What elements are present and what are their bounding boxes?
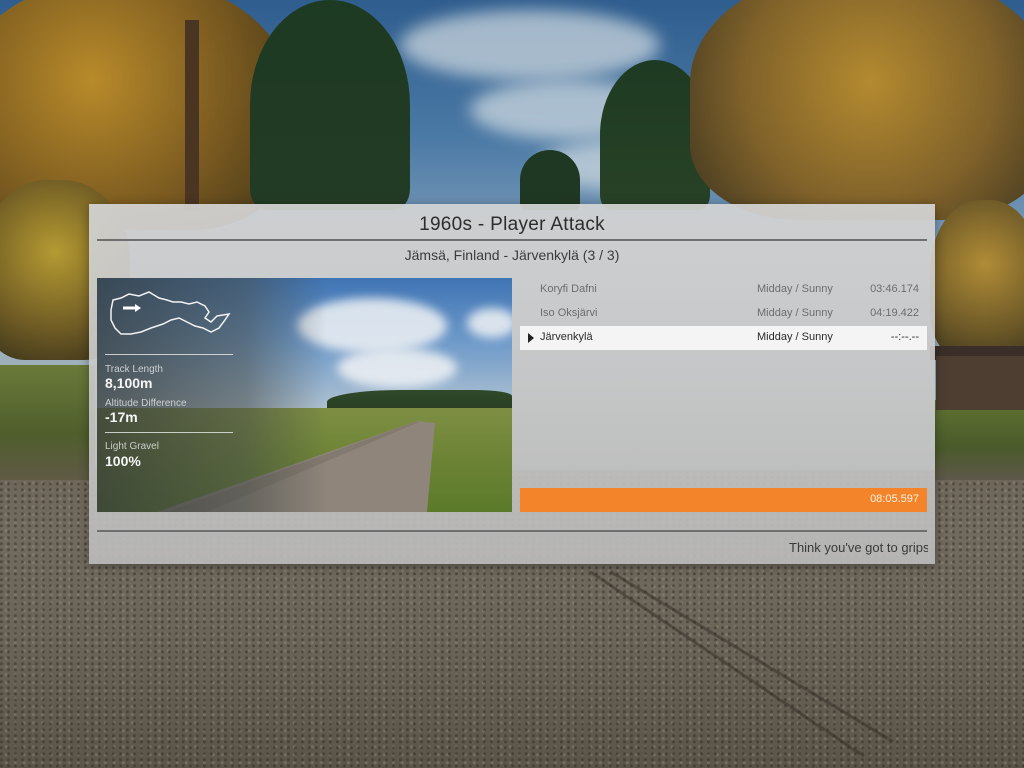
altitude-difference-value: -17m — [105, 409, 138, 425]
cloud — [400, 10, 660, 80]
altitude-difference-label: Altitude Difference — [105, 398, 187, 409]
stage-time: 04:19.422 — [870, 307, 919, 319]
event-subtitle: Jämsä, Finland - Järvenkylä (3 / 3) — [404, 247, 620, 263]
autumn-tree — [690, 0, 1024, 220]
roadside-grass — [0, 365, 95, 480]
stage-conditions: Midday / Sunny — [757, 331, 833, 343]
total-time: 08:05.597 — [870, 493, 919, 505]
surface-label: Light Gravel — [105, 441, 159, 452]
stage-row[interactable]: Koryfi Dafni Midday / Sunny 03:46.174 — [520, 278, 927, 302]
title-divider — [97, 239, 927, 241]
track-map-icon — [110, 291, 231, 335]
surface-value: 100% — [105, 453, 141, 469]
autumn-tree — [930, 200, 1024, 360]
event-panel: 1960s - Player Attack Jämsä, Finland - J… — [89, 204, 935, 564]
stage-time: 03:46.174 — [870, 283, 919, 295]
preview-divider — [105, 354, 233, 355]
preview-divider — [105, 432, 233, 433]
stage-conditions: Midday / Sunny — [757, 283, 833, 295]
footer-divider — [97, 530, 927, 532]
stage-name: Järvenkylä — [540, 331, 593, 343]
pine-tree — [250, 0, 410, 210]
tip-ticker: Think you've got to grips w — [97, 540, 928, 558]
cabin — [936, 356, 1024, 410]
stage-row-selected[interactable]: Järvenkylä Midday / Sunny --:--.-- — [520, 326, 927, 350]
stage-list: Koryfi Dafni Midday / Sunny 03:46.174 Is… — [520, 278, 927, 350]
roadside-grass — [935, 400, 1024, 480]
stage-conditions: Midday / Sunny — [757, 307, 833, 319]
selection-arrow-icon — [528, 333, 534, 343]
pine-tree — [520, 150, 580, 210]
stage-time: --:--.-- — [890, 331, 919, 343]
stage-row[interactable]: Iso Oksjärvi Midday / Sunny 04:19.422 — [520, 302, 927, 326]
track-length-value: 8,100m — [105, 375, 153, 391]
stage-preview: Track Length 8,100m Altitude Difference … — [97, 278, 512, 512]
total-time-bar: 08:05.597 — [520, 488, 927, 512]
tree-trunk — [185, 20, 199, 210]
track-length-label: Track Length — [105, 364, 163, 375]
stage-name: Iso Oksjärvi — [540, 307, 598, 319]
tip-text: Think you've got to grips w — [789, 540, 928, 555]
event-title: 1960s - Player Attack — [419, 214, 605, 235]
stage-name: Koryfi Dafni — [540, 283, 597, 295]
